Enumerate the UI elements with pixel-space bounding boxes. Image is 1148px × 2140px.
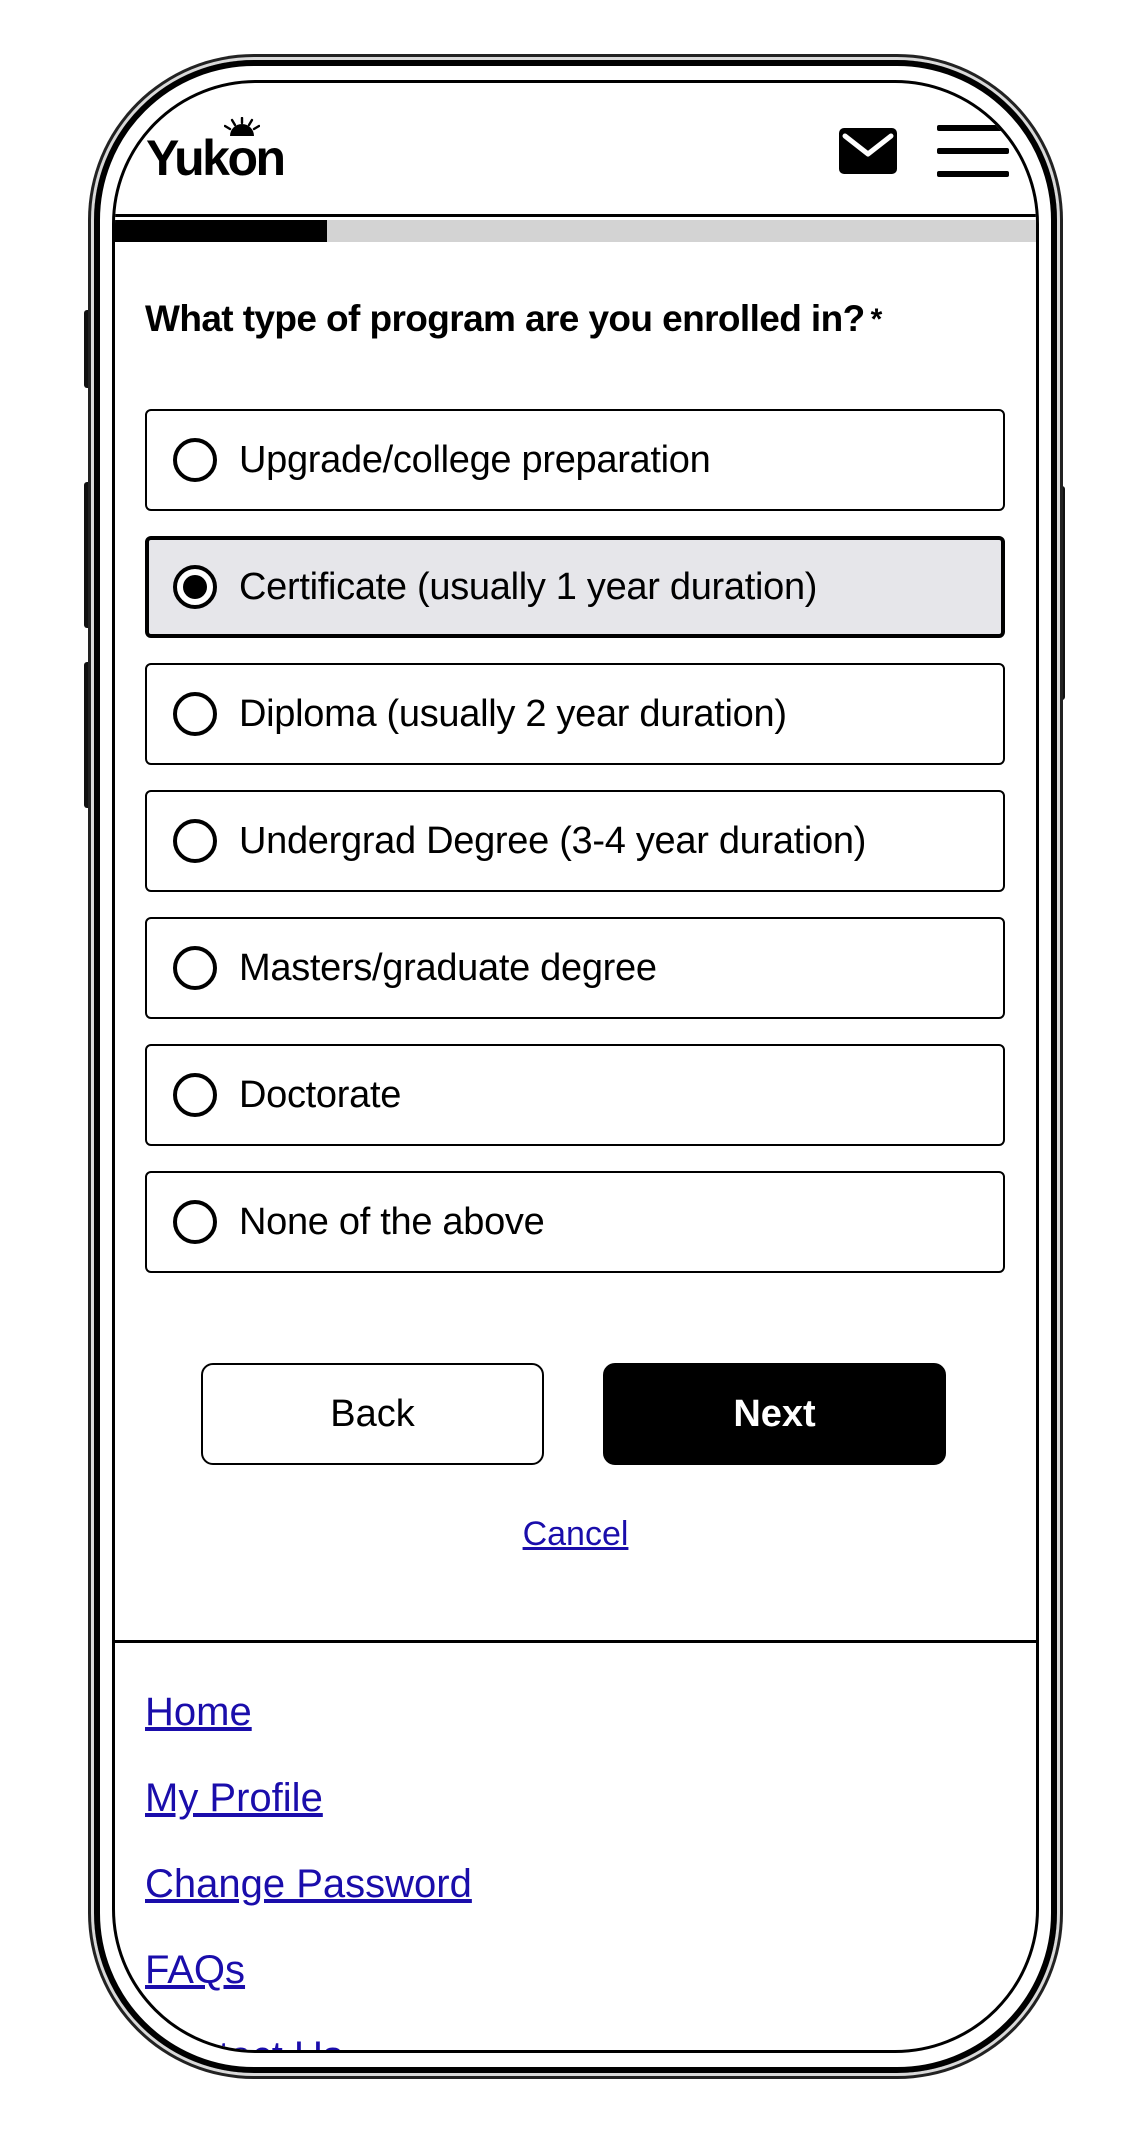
radio-unchecked-icon[interactable]: [173, 819, 217, 863]
phone-side-button: [84, 310, 94, 388]
phone-volume-down-button: [84, 662, 94, 808]
radio-option-label: Undergrad Degree (3-4 year duration): [239, 819, 867, 862]
back-button[interactable]: Back: [201, 1363, 544, 1465]
radio-option[interactable]: Doctorate: [145, 1044, 1005, 1146]
radio-option[interactable]: Diploma (usually 2 year duration): [145, 663, 1005, 765]
radio-unchecked-icon[interactable]: [173, 1200, 217, 1244]
question-text: What type of program are you enrolled in…: [145, 298, 865, 339]
hamburger-menu-icon[interactable]: [937, 125, 1009, 177]
footer-divider: [115, 1640, 1036, 1643]
radio-option-label: Upgrade/college preparation: [239, 438, 711, 481]
radio-unchecked-icon[interactable]: [173, 692, 217, 736]
logo-sun-icon: [224, 117, 260, 136]
radio-unchecked-icon[interactable]: [173, 1073, 217, 1117]
program-type-radio-group: Upgrade/college preparation Certificate (…: [145, 409, 1005, 1298]
progress-bar: [115, 220, 1036, 242]
footer-nav: HomeMy ProfileChange PasswordFAQsContact…: [145, 1690, 472, 2050]
radio-option[interactable]: None of the above: [145, 1171, 1005, 1273]
radio-unchecked-icon[interactable]: [173, 946, 217, 990]
phone-screen: Yukon What type of program are you enrol…: [112, 80, 1039, 2053]
radio-option-label: None of the above: [239, 1200, 545, 1243]
radio-unchecked-icon[interactable]: [173, 438, 217, 482]
radio-dot: [183, 575, 207, 599]
next-button[interactable]: Next: [603, 1363, 946, 1465]
radio-option[interactable]: Upgrade/college preparation: [145, 409, 1005, 511]
phone-volume-up-button: [84, 482, 94, 628]
radio-option-label: Diploma (usually 2 year duration): [239, 692, 787, 735]
cancel-link[interactable]: Cancel: [115, 1515, 1036, 1554]
footer-link-change-password[interactable]: Change Password: [145, 1862, 472, 1948]
radio-option-label: Certificate (usually 1 year duration): [239, 565, 818, 608]
footer-link-home[interactable]: Home: [145, 1690, 472, 1776]
radio-option[interactable]: Undergrad Degree (3-4 year duration): [145, 790, 1005, 892]
radio-option-label: Masters/graduate degree: [239, 946, 657, 989]
footer-link-faqs[interactable]: FAQs: [145, 1948, 472, 2034]
radio-option[interactable]: Certificate (usually 1 year duration): [145, 536, 1005, 638]
radio-option-label: Doctorate: [239, 1073, 402, 1116]
progress-bar-fill: [115, 220, 327, 242]
question-label: What type of program are you enrolled in…: [145, 298, 882, 340]
logo-text: Yukon: [146, 130, 286, 186]
footer-link-my-profile[interactable]: My Profile: [145, 1776, 472, 1862]
radio-checked-icon[interactable]: [173, 565, 217, 609]
required-marker: *: [870, 303, 883, 336]
envelope-icon[interactable]: [839, 128, 897, 174]
app-header: Yukon: [115, 83, 1036, 217]
radio-option[interactable]: Masters/graduate degree: [145, 917, 1005, 1019]
